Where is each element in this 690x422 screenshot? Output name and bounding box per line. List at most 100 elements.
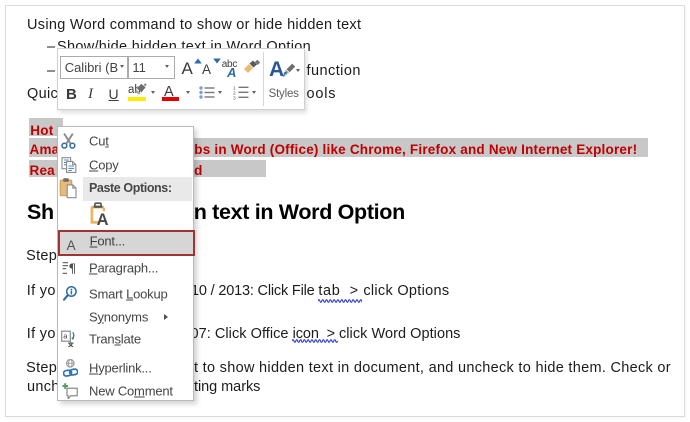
- toolbar-separator: [263, 52, 264, 106]
- label-text: opy: [98, 157, 118, 172]
- doc-step1-left: Step: [26, 249, 57, 264]
- accel-underline: F: [90, 234, 98, 249]
- smart-lookup-icon: [62, 285, 78, 302]
- label-text: New Co: [89, 383, 134, 398]
- doc-word2007-right-c: click Word Options: [339, 326, 461, 342]
- paragraph-icon: ¶: [62, 261, 77, 275]
- menu-label-paragraph: Paragraph...: [89, 260, 158, 275]
- menu-label-font: Font...: [90, 234, 125, 249]
- chevron-down-icon: [186, 91, 190, 94]
- menu-item-paste-options: Paste Options:: [58, 176, 193, 200]
- format-painter-button[interactable]: [241, 56, 263, 78]
- menu-item-font[interactable]: A Font...: [58, 230, 195, 255]
- menu-item-smart-lookup[interactable]: Smart Lookup: [58, 282, 193, 305]
- font-name-combobox[interactable]: Calibri (Body): [60, 56, 129, 80]
- grow-font-a: A: [182, 60, 193, 77]
- italic-button[interactable]: I: [84, 84, 100, 104]
- doc-word2010-right: 10 / 2013: Click File tab > click Option…: [191, 284, 449, 299]
- label-text: Tran: [89, 332, 114, 347]
- font-size-combobox[interactable]: 11: [128, 56, 176, 80]
- menu-label-hyperlink: Hyperlink...: [89, 360, 152, 375]
- doc-line2-dash: –: [47, 40, 55, 55]
- phonetic-guide-button[interactable]: abc A: [220, 56, 241, 78]
- doc-word2010-left: If yo: [27, 284, 56, 299]
- grammar-squiggle-icon: [292, 338, 339, 344]
- ad-line-left: Ama: [30, 143, 60, 157]
- doc-line-quick-right: ools: [307, 87, 337, 102]
- menu-item-hyperlink[interactable]: Hyperlink...: [58, 356, 193, 379]
- highlight-color-bar: [128, 97, 146, 101]
- doc-word2010-tab-squiggle: tab >: [318, 283, 363, 299]
- paste-options-icon: [59, 177, 79, 198]
- menu-label-paste-options: Paste Options:: [89, 181, 172, 195]
- ad-hot-label: Hot: [30, 124, 53, 138]
- paste-text-icon: A: [87, 202, 109, 226]
- menu-item-paragraph[interactable]: ¶ Paragraph...: [58, 256, 193, 279]
- highlighter-pen-icon: [132, 83, 147, 97]
- ad-read-left: Rea: [30, 164, 55, 178]
- label-text: Cu: [89, 134, 105, 149]
- chevron-down-icon: [252, 91, 256, 94]
- label-text: nonyms: [104, 309, 148, 324]
- menu-label-translate: Translate: [89, 332, 141, 347]
- menu-label-new-comment: New Comment: [89, 383, 173, 398]
- text-highlight-button[interactable]: ab: [127, 83, 148, 104]
- label-text: Smart: [89, 286, 126, 301]
- chevron-down-icon: [296, 69, 300, 72]
- shrink-font-a: A: [202, 63, 211, 77]
- chevron-down-icon: [218, 91, 222, 94]
- svg-text:¶: ¶: [68, 261, 76, 275]
- doc-word2010-right-c: click Options: [363, 283, 449, 299]
- scissors-icon: [61, 133, 76, 149]
- styles-button[interactable]: A Styles: [267, 56, 303, 106]
- doc-step2b-left: unch: [27, 380, 60, 395]
- menu-item-copy[interactable]: Copy: [58, 153, 193, 176]
- doc-step2-right: t to show hidden text in document, and u…: [194, 361, 671, 376]
- bold-button[interactable]: B: [63, 84, 80, 104]
- bullets-icon: [199, 86, 215, 99]
- numbering-icon: 1 2 3: [233, 85, 249, 100]
- bold-glyph: B: [66, 87, 77, 102]
- menu-item-paste-keep-text-only[interactable]: A: [58, 200, 193, 230]
- svg-text:A: A: [97, 212, 109, 227]
- heading-right: n text in Word Option: [194, 202, 405, 224]
- ad-line-right: bs in Word (Office) like Chrome, Firefox…: [194, 143, 637, 157]
- bullets-button[interactable]: [198, 83, 215, 103]
- label-text: late: [121, 332, 141, 347]
- copy-icon: [61, 157, 77, 173]
- ad-read-right: d: [194, 164, 202, 178]
- font-color-button[interactable]: A: [161, 83, 179, 104]
- doc-line-quick-left: Quic: [27, 87, 58, 102]
- hyperlink-icon: [63, 359, 78, 377]
- chevron-down-icon: [165, 65, 169, 68]
- menu-label-copy: Copy: [89, 157, 119, 172]
- menu-item-cut[interactable]: Cut: [58, 130, 193, 153]
- doc-line-bullet2-right: function: [307, 64, 361, 79]
- translate-icon: a: [61, 331, 76, 348]
- doc-word2010-right-a: 10 / 2013: Click File: [191, 283, 318, 299]
- doc-word2007-left: If yo: [27, 327, 56, 342]
- grow-font-button[interactable]: A: [181, 56, 203, 78]
- doc-step2-left: Step: [26, 361, 57, 376]
- new-comment-icon: [62, 383, 78, 399]
- menu-item-translate[interactable]: a Translate: [58, 328, 193, 351]
- font-color-bar: [162, 97, 180, 101]
- label-text: aragraph...: [97, 260, 158, 275]
- underline-button[interactable]: U: [105, 84, 122, 104]
- doc-step2b-right: ting marks: [194, 380, 260, 395]
- mini-toolbar: Calibri (Body) 11 A A abc A A Styl: [57, 48, 305, 110]
- underline-glyph: U: [109, 87, 119, 101]
- styles-brush-icon: [282, 63, 297, 79]
- numbering-button[interactable]: 1 2 3: [232, 83, 249, 103]
- styles-label: Styles: [269, 88, 299, 100]
- italic-glyph: I: [88, 87, 93, 102]
- doc-line-intro: Using Word command to show or hide hidde…: [27, 18, 361, 33]
- menu-item-synonyms[interactable]: Synonyms: [58, 305, 193, 328]
- doc-line3-dash: –: [47, 64, 55, 79]
- chevron-down-icon: [120, 65, 124, 68]
- menu-item-new-comment[interactable]: New Comment: [58, 379, 193, 402]
- format-painter-icon: [243, 60, 261, 74]
- submenu-arrow-icon: [164, 314, 168, 320]
- accel-underline: m: [134, 383, 145, 398]
- grammar-squiggle-tab: [318, 298, 362, 304]
